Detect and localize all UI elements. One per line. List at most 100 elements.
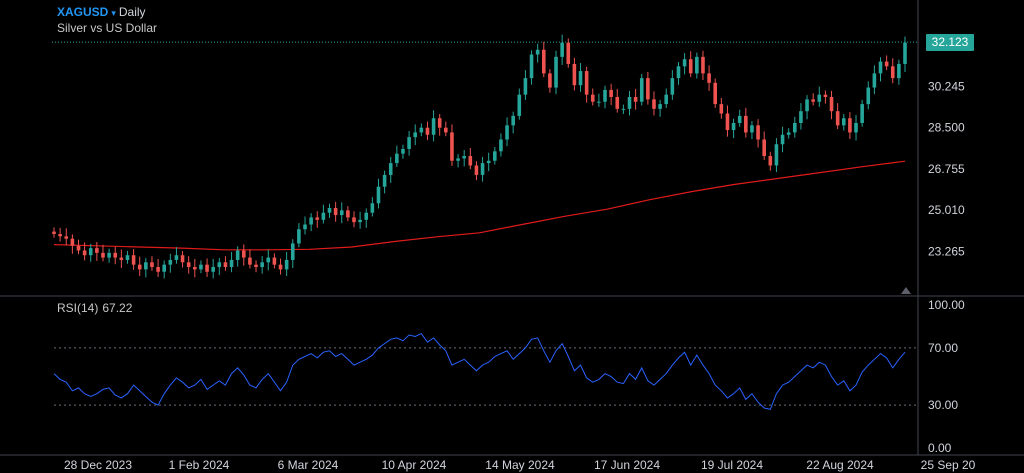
candle (199, 260, 203, 274)
date-tick-label: 6 Mar 2024 (278, 458, 339, 472)
candle-body (744, 115, 748, 133)
candle-body (529, 54, 534, 79)
candle (750, 121, 754, 140)
candle (107, 248, 111, 263)
candle (707, 65, 711, 91)
date-tick-label: 22 Aug 2024 (806, 458, 874, 472)
rsi-legend[interactable]: RSI(14) 67.22 (57, 301, 136, 315)
candle-body (639, 78, 644, 102)
rsi-tick-label: 0.00 (928, 441, 952, 455)
candle-body (823, 94, 828, 98)
candle (333, 201, 338, 222)
candle-body (266, 257, 271, 263)
candle-body (535, 49, 540, 55)
candle-body (315, 217, 320, 220)
candle (811, 93, 815, 106)
candle-body (150, 262, 154, 268)
candle-body (437, 118, 442, 128)
candle (137, 256, 142, 276)
candle-body (413, 132, 418, 138)
candle-body (878, 61, 883, 74)
candle (866, 81, 871, 110)
candle-body (168, 259, 173, 265)
candle (162, 260, 167, 279)
candle (884, 55, 889, 71)
candle (58, 227, 62, 242)
candle-body (223, 262, 228, 268)
candle-body (682, 59, 687, 67)
candle (284, 251, 289, 276)
candle-body (658, 104, 662, 109)
symbol-dropdown-caret-icon[interactable]: ▾ (111, 8, 116, 18)
candle-body (627, 97, 632, 109)
candle (897, 59, 901, 85)
date-tick-label: 25 Sep 20 (921, 458, 976, 472)
candle-body (217, 262, 222, 268)
candle (278, 258, 283, 275)
rsi-legend-label: RSI(14) (57, 301, 99, 315)
candle (223, 256, 228, 271)
candle-body (615, 97, 620, 109)
candle-body (235, 250, 240, 260)
rsi-tick-label: 70.00 (928, 341, 958, 355)
candle-body (137, 264, 142, 270)
axes: 30.245 28.500 26.755 25.010 23.265 28 Dec 202… (0, 0, 1024, 472)
candle (554, 50, 558, 95)
symbol-name[interactable]: XAGUSD (57, 5, 108, 19)
candle (786, 128, 791, 139)
candle (639, 73, 644, 106)
candle-body (284, 259, 289, 270)
candle (52, 227, 56, 238)
candle (315, 211, 320, 228)
candle (125, 250, 130, 264)
candle (835, 103, 840, 130)
candle (627, 90, 632, 116)
candle-body (76, 245, 81, 251)
candle-body (633, 97, 638, 102)
candle-body (897, 63, 901, 79)
interval-label[interactable]: Daily (119, 5, 146, 19)
candle (395, 145, 399, 167)
candle-body (707, 73, 711, 83)
candle (144, 258, 148, 278)
candle-body (713, 82, 718, 105)
candle-body (241, 250, 246, 258)
candle (131, 249, 136, 270)
candle-body (725, 113, 730, 131)
candle-body (229, 259, 234, 268)
rsi-tick-label: 100.00 (928, 298, 965, 312)
candle-body (82, 250, 87, 256)
candle-body (792, 122, 797, 133)
candle (744, 107, 748, 138)
candle-body (468, 156, 473, 166)
rsi-line (53, 332, 906, 410)
candle (229, 251, 234, 273)
candle (597, 93, 601, 107)
candle-body (52, 231, 56, 234)
candle (848, 112, 852, 140)
candle (664, 88, 669, 108)
candle-body (541, 49, 546, 74)
symbol-row[interactable]: XAGUSD ▾ Daily (57, 5, 146, 20)
candle-body (419, 127, 424, 133)
candle-body (425, 127, 430, 135)
candlestick-series (52, 34, 907, 279)
candle (823, 90, 828, 104)
candle-body (505, 125, 509, 140)
candle-body (278, 264, 283, 270)
candle (339, 202, 344, 224)
candle-body (70, 238, 75, 246)
candle-body (346, 210, 350, 218)
candle-body (609, 89, 613, 98)
price-tick-label: 25.010 (928, 203, 965, 217)
candle-body (670, 78, 675, 95)
candle (407, 131, 411, 156)
candle (609, 83, 613, 106)
price-chart[interactable]: 100.00 70.00 30.00 0.00 30.245 28.500 26.755 2… (0, 0, 1024, 473)
candle-body (584, 71, 589, 95)
candle-body (523, 78, 528, 95)
candle-body (841, 118, 846, 126)
candle (113, 246, 118, 265)
candle (725, 105, 730, 137)
candle (829, 90, 834, 120)
